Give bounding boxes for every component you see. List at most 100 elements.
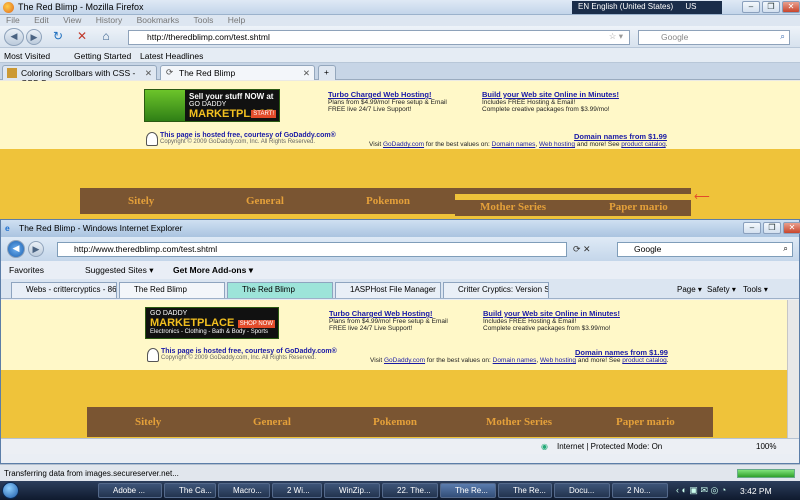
maximize-button[interactable]: ❐ — [762, 1, 780, 13]
ie-scrollbar[interactable] — [787, 300, 799, 438]
menu-help[interactable]: Help — [228, 15, 245, 25]
ie-tools-menu[interactable]: Tools ▾ — [743, 285, 768, 294]
home-icon[interactable]: ⌂ — [98, 29, 114, 45]
reload-icon[interactable]: ↻ — [50, 29, 66, 45]
visit-text: for the best values on: — [426, 357, 491, 364]
taskbar-item-winzip[interactable]: WinZip... — [324, 483, 380, 498]
ie-tab-critter[interactable]: Critter Cryptics: Version S... — [443, 282, 549, 298]
url-bar[interactable]: http://theredblimp.com/test.shtml ☆ ▾ — [128, 30, 630, 45]
page-body: Sitely General Pokemon Mother Series Pap… — [0, 149, 800, 228]
menu-history[interactable]: History — [96, 15, 122, 25]
ie-refresh-icon[interactable]: ⟳ ✕ — [573, 244, 591, 255]
ie-suggested-sites[interactable]: Suggested Sites ▾ — [85, 265, 154, 276]
ie-forward-icon[interactable]: ▶ — [28, 241, 44, 257]
close-tab-icon[interactable]: ✕ — [145, 68, 152, 79]
godaddy-link[interactable]: GoDaddy.com — [383, 141, 424, 148]
hosted-text[interactable]: This page is hosted free, courtesy of Go… — [161, 348, 337, 355]
ie-page-menu[interactable]: Page ▾ — [677, 285, 702, 294]
taskbar-item-the-re-ff[interactable]: The Re... — [498, 483, 552, 498]
domain-link[interactable]: Domain names — [493, 357, 537, 364]
taskbar-item-windows[interactable]: 2 Wi... — [272, 483, 322, 498]
ie-zone-text[interactable]: Internet | Protected Mode: On — [557, 442, 662, 451]
webhosting-link[interactable]: Web hosting — [539, 141, 575, 148]
nav-sitely[interactable]: Sitely — [135, 416, 161, 428]
marketplace-ad[interactable]: Sell your stuff NOW at GO DADDY MARKETPL… — [144, 89, 280, 122]
taskbar-item-the-re-ie[interactable]: The Re... — [440, 483, 496, 498]
ie-tab-red-blimp-active[interactable]: The Red Blimp — [119, 282, 225, 298]
bookmark-getting-started[interactable]: Getting Started — [74, 51, 131, 61]
close-tab-icon[interactable]: ✕ — [303, 68, 310, 79]
ie-safety-menu[interactable]: Safety ▾ — [707, 285, 736, 294]
catalog-link[interactable]: product catalog — [621, 141, 665, 148]
taskbar-item-docu[interactable]: Docu... — [554, 483, 610, 498]
taskbar-item-the-ca[interactable]: The Ca... — [164, 483, 216, 498]
ie-back-icon[interactable]: ◀ — [7, 240, 25, 258]
hosted-text[interactable]: This page is hosted free, courtesy of Go… — [160, 132, 336, 139]
language-bar[interactable]: EN English (United States) US — [572, 1, 722, 14]
nav-pokemon[interactable]: Pokemon — [373, 416, 417, 428]
nav-paper-mario[interactable]: Paper mario — [609, 201, 668, 213]
ie-tab-aspfile[interactable]: 1ASPHost File Manager — [335, 282, 441, 298]
taskbar-item-adobe[interactable]: Adobe ... — [98, 483, 162, 498]
nav-mother-series[interactable]: Mother Series — [486, 416, 552, 428]
tab-the-red-blimp[interactable]: ⟳ The Red Blimp ✕ — [160, 65, 315, 80]
promo-text: FREE live 24/7 Live Support! — [328, 106, 412, 113]
new-tab-button[interactable]: + — [318, 65, 336, 80]
promo-hosting-link[interactable]: Turbo Charged Web Hosting! — [328, 90, 447, 99]
ie-url-bar[interactable]: http://www.theredblimp.com/test.shtml — [57, 242, 567, 257]
ad-brand: GO DADDY — [189, 101, 227, 108]
godaddy-link[interactable]: GoDaddy.com — [384, 357, 425, 364]
webhosting-link[interactable]: Web hosting — [540, 357, 576, 364]
ie-marketplace-ad[interactable]: GO DADDY MARKETPLACE Electronics - Cloth… — [145, 307, 279, 339]
nav-general[interactable]: General — [246, 195, 284, 207]
star-icon[interactable]: ☆ ▾ — [609, 31, 623, 42]
ie-maximize-button[interactable]: ❐ — [763, 222, 781, 234]
domain-names-link[interactable]: Domain names from $1.99 — [574, 132, 667, 141]
close-button[interactable]: ✕ — [782, 1, 800, 13]
ie-minimize-button[interactable]: – — [743, 222, 761, 234]
taskbar-item-macro[interactable]: Macro... — [218, 483, 270, 498]
ie-close-button[interactable]: ✕ — [783, 222, 800, 234]
clock[interactable]: 3:42 PM — [740, 486, 772, 496]
promo-website-link[interactable]: Build your Web site Online in Minutes! — [482, 90, 619, 99]
bookmark-latest-headlines[interactable]: Latest Headlines — [140, 51, 203, 61]
taskbar-item-22-the[interactable]: 22. The... — [382, 483, 438, 498]
menu-tools[interactable]: Tools — [193, 15, 213, 25]
status-text: Transferring data from images.secureserv… — [4, 469, 179, 478]
back-icon[interactable]: ◀ — [4, 28, 24, 46]
ie-search-icon[interactable]: ⌕ — [783, 243, 788, 254]
godaddy-banner: Sell your stuff NOW at GO DADDY MARKETPL… — [0, 81, 800, 149]
menu-file[interactable]: File — [6, 15, 20, 25]
menu-edit[interactable]: Edit — [34, 15, 49, 25]
ie-get-addons[interactable]: Get More Add-ons ▾ — [173, 265, 253, 276]
domain-names-link[interactable]: Domain names from $1.99 — [575, 348, 668, 357]
ie-search-input[interactable]: Google ⌕ — [617, 242, 793, 257]
tray-icons[interactable]: ‹ ◐ ▣ ✉ ◎ ◔ — [676, 485, 726, 496]
ie-favorites-button[interactable]: Favorites — [9, 265, 44, 275]
search-input[interactable]: Google ⌕ — [638, 30, 790, 45]
bookmark-most-visited[interactable]: Most Visited — [4, 51, 50, 61]
promo-website-link[interactable]: Build your Web site Online in Minutes! — [483, 309, 620, 318]
stop-icon[interactable]: ✕ — [74, 29, 90, 45]
catalog-link[interactable]: product catalog — [622, 357, 666, 364]
tab-coloring-scrollbars[interactable]: Coloring Scrollbars with CSS - CSS S... … — [2, 65, 157, 88]
ad-shop-button[interactable]: SHOP NOW — [237, 320, 275, 328]
start-button[interactable] — [2, 482, 19, 499]
promo-hosting-link[interactable]: Turbo Charged Web Hosting! — [329, 309, 448, 318]
taskbar-item-notepad[interactable]: 2 No... — [612, 483, 668, 498]
nav-sitely[interactable]: Sitely — [128, 195, 154, 207]
menu-view[interactable]: View — [63, 15, 81, 25]
ie-tab-webs[interactable]: Webs - crittercryptics - 86a — [11, 282, 117, 298]
ad-start-button[interactable]: START! — [251, 110, 276, 118]
ie-zoom-level[interactable]: 100% — [756, 442, 776, 451]
minimize-button[interactable]: – — [742, 1, 760, 13]
domain-link[interactable]: Domain names — [492, 141, 536, 148]
nav-mother-series[interactable]: Mother Series — [480, 201, 546, 213]
nav-paper-mario[interactable]: Paper mario — [616, 416, 675, 428]
nav-pokemon[interactable]: Pokemon — [366, 195, 410, 207]
menu-bookmarks[interactable]: Bookmarks — [137, 15, 180, 25]
nav-general[interactable]: General — [253, 416, 291, 428]
search-icon[interactable]: ⌕ — [780, 31, 785, 42]
forward-icon[interactable]: ▶ — [26, 29, 42, 45]
ie-tab-red-blimp[interactable]: The Red Blimp — [227, 282, 333, 298]
